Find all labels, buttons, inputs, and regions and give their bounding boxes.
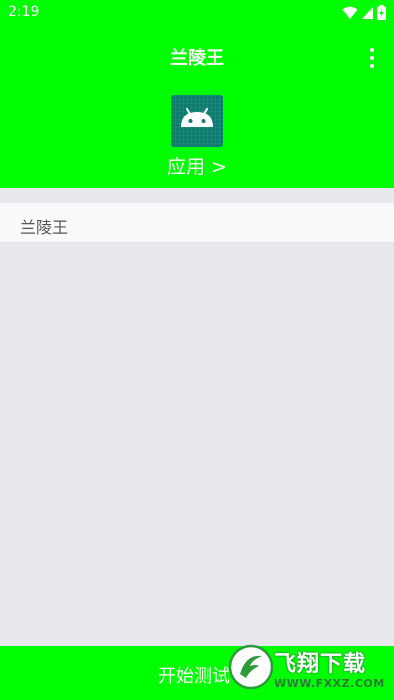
battery-icon	[377, 5, 386, 20]
header: 2:19 兰陵王 应用 >	[0, 0, 394, 188]
status-time: 2:19	[8, 4, 40, 20]
status-bar: 2:19	[0, 0, 394, 26]
start-test-button[interactable]: 开始测试	[0, 646, 394, 700]
list-item[interactable]: 兰陵王	[0, 203, 394, 243]
toolbar-title: 兰陵王	[170, 48, 224, 69]
status-icons	[342, 5, 386, 20]
app-selector-label[interactable]: 应用 >	[0, 152, 394, 179]
signal-icon	[362, 6, 373, 19]
start-test-label: 开始测试	[158, 666, 230, 687]
wifi-icon	[342, 6, 358, 19]
divider	[0, 188, 394, 202]
more-vert-icon[interactable]	[364, 46, 380, 70]
android-icon[interactable]	[171, 95, 223, 147]
list-item-label: 兰陵王	[20, 218, 69, 237]
